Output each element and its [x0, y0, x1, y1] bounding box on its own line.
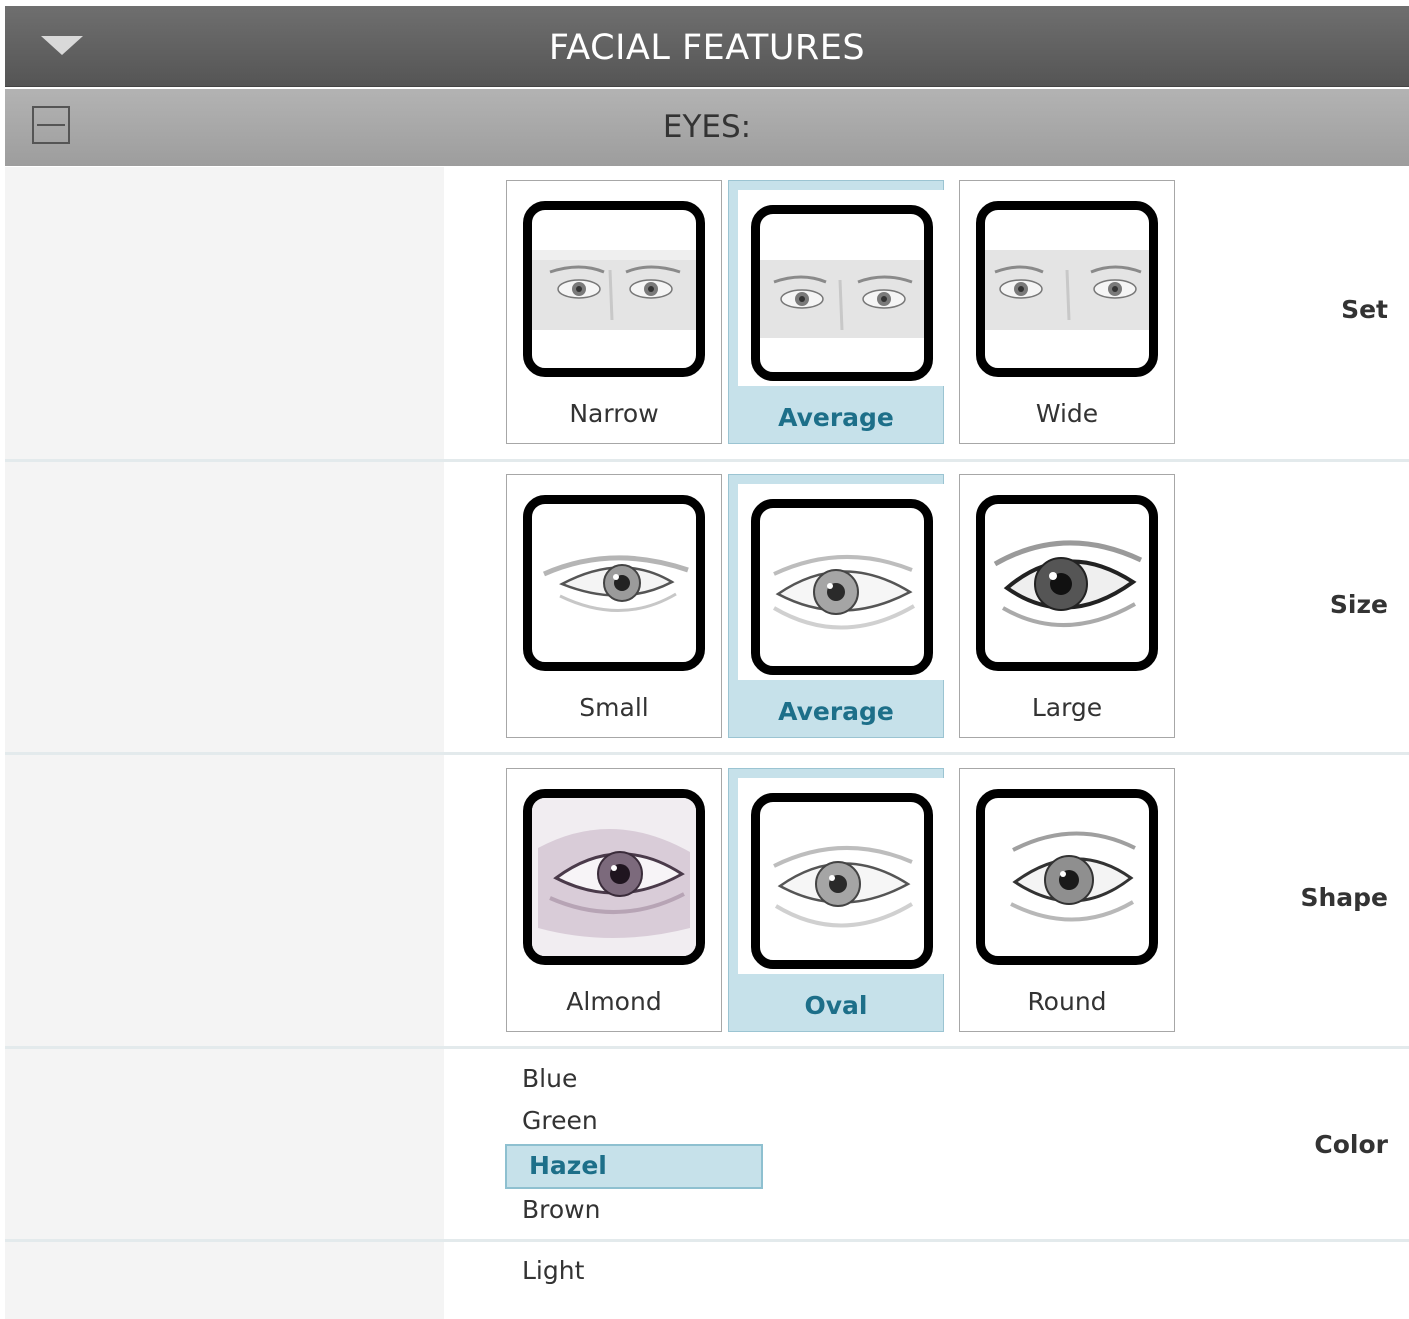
set-row: Set Narrow Average Wide — [5, 167, 1409, 462]
eyes-section-header[interactable]: EYES: — [5, 89, 1409, 166]
option-caption: Round — [1027, 987, 1107, 1016]
eye-round-icon — [976, 789, 1158, 965]
eye-average-icon — [751, 499, 933, 675]
header-title: FACIAL FEATURES — [548, 28, 866, 68]
shape-label: Shape — [1300, 883, 1388, 912]
color-label: Color — [1314, 1130, 1388, 1159]
color-option-blue[interactable]: Blue — [522, 1064, 577, 1093]
option-caption: Oval — [804, 991, 868, 1020]
option-set-narrow[interactable]: Narrow — [506, 180, 722, 444]
facial-features-header[interactable]: FACIAL FEATURES — [5, 6, 1409, 87]
option-shape-oval[interactable]: Oval — [728, 768, 944, 1032]
color-option-green[interactable]: Green — [522, 1106, 598, 1135]
eye-oval-icon — [751, 793, 933, 969]
option-size-large[interactable]: Large — [959, 474, 1175, 738]
section-title: EYES: — [662, 109, 752, 145]
color-option-hazel[interactable]: Hazel — [505, 1144, 763, 1189]
set-label: Set — [1341, 295, 1388, 324]
eye-large-icon — [976, 495, 1158, 671]
option-size-average[interactable]: Average — [728, 474, 944, 738]
option-caption: Average — [778, 697, 894, 726]
option-set-wide[interactable]: Wide — [959, 180, 1175, 444]
option-shape-round[interactable]: Round — [959, 768, 1175, 1032]
tone-option-light[interactable]: Light — [522, 1256, 584, 1285]
eye-almond-icon — [523, 789, 705, 965]
option-caption: Almond — [566, 987, 662, 1016]
eyes-average-icon — [751, 205, 933, 381]
option-caption: Narrow — [569, 399, 659, 428]
option-caption: Wide — [1035, 399, 1099, 428]
size-row: Size Small Average Large — [5, 462, 1409, 755]
option-size-small[interactable]: Small — [506, 474, 722, 738]
option-caption: Average — [778, 403, 894, 432]
eye-small-icon — [523, 495, 705, 671]
color-option-brown[interactable]: Brown — [522, 1195, 600, 1224]
option-caption: Large — [1031, 693, 1103, 722]
color-row: Color Blue Green Hazel Brown — [5, 1049, 1409, 1242]
option-shape-almond[interactable]: Almond — [506, 768, 722, 1032]
eyes-wide-icon — [976, 201, 1158, 377]
eyes-narrow-icon — [523, 201, 705, 377]
shape-row: Shape Almond Oval Round — [5, 755, 1409, 1049]
tone-row: Light — [5, 1242, 1409, 1319]
size-label: Size — [1329, 590, 1388, 619]
option-set-average[interactable]: Average — [728, 180, 944, 444]
option-caption: Small — [579, 693, 649, 722]
